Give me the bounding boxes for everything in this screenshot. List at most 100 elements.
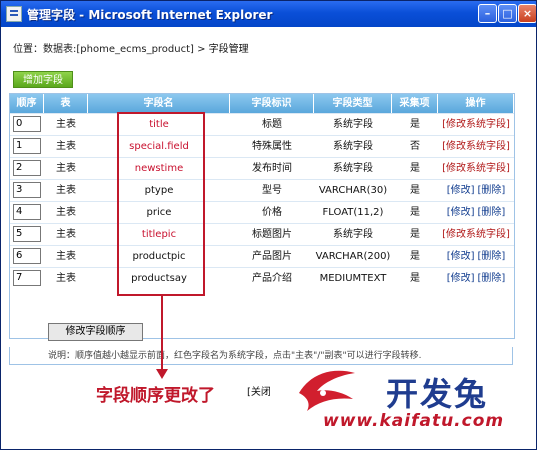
title-bar: 管理字段 - Microsoft Internet Explorer – □ × [1,1,536,27]
breadcrumb-prefix: 位置：数据表:[phome_ecms_product] > [13,44,209,55]
delete-field-link[interactable]: [删除] [478,251,506,262]
row-actions: [修改系统字段] [438,158,514,179]
field-type: 系统字段 [333,163,373,174]
minimize-icon[interactable]: – [478,4,497,23]
ie-window: 管理字段 - Microsoft Internet Explorer – □ ×… [0,0,537,450]
modify-order-button[interactable]: 修改字段顺序 [48,323,143,341]
field-type: VARCHAR(30) [318,185,388,196]
window-title: 管理字段 - Microsoft Internet Explorer [27,8,273,22]
row-actions: [修改] [删除] [438,202,514,223]
edit-field-link[interactable]: [修改] [447,273,475,284]
table-row: 0 主表 title 标题 系统字段 是 [修改系统字段] [10,113,514,135]
header-table: 表 [44,94,88,113]
field-name: title [149,119,169,130]
collect-flag: 是 [410,185,420,196]
row-actions: [修改系统字段] [438,136,514,157]
table-row: 5 主表 titlepic 标题图片 系统字段 是 [修改系统字段] [10,223,514,245]
breadcrumb-current[interactable]: 字段管理 [209,44,249,55]
edit-system-field-link[interactable]: [修改系统字段] [442,141,510,152]
order-input[interactable]: 7 [13,270,41,286]
row-actions: [修改] [删除] [438,180,514,201]
field-label: 型号 [262,185,282,196]
order-input[interactable]: 2 [13,160,41,176]
header-order: 顺序 [10,94,44,113]
header-actions: 操作 [438,94,514,113]
field-name: ptype [144,185,174,196]
delete-field-link[interactable]: [删除] [478,185,506,196]
field-label: 产品介绍 [252,273,292,284]
order-input[interactable]: 6 [13,248,41,264]
order-input[interactable]: 5 [13,226,41,242]
table-row: 3 主表 ptype 型号 VARCHAR(30) 是 [修改] [删除] [10,179,514,201]
table-link[interactable]: 主表 [44,180,88,201]
edit-field-link[interactable]: [修改] [447,251,475,262]
field-type: 系统字段 [333,141,373,152]
maximize-icon[interactable]: □ [498,4,517,23]
field-type: 系统字段 [333,229,373,240]
collect-flag: 是 [410,229,420,240]
row-actions: [修改] [删除] [438,246,514,267]
table-header: 顺序表字段名 字段标识 字段类型 采集项 操作 [10,94,514,113]
table-link[interactable]: 主表 [44,246,88,267]
edit-field-link[interactable]: [修改] [447,185,475,196]
table-row: 7 主表 productsay 产品介绍 MEDIUMTEXT 是 [修改] [删除] [10,267,514,289]
edit-system-field-link[interactable]: [修改系统字段] [442,229,510,240]
field-name: special.field [129,141,189,152]
table-link[interactable]: 主表 [44,114,88,135]
field-name: newstime [134,163,184,174]
order-input[interactable]: 1 [13,138,41,154]
edit-field-link[interactable]: [修改] [447,207,475,218]
arrow-head-icon [156,369,168,379]
table-link[interactable]: 主表 [44,158,88,179]
breadcrumb: 位置：数据表:[phome_ecms_product] > 字段管理 [13,40,249,55]
field-type: FLOAT(11,2) [322,207,384,218]
table-row: 2 主表 newstime 发布时间 系统字段 是 [修改系统字段] [10,157,514,179]
field-label: 价格 [262,207,282,218]
collect-flag: 是 [410,119,420,130]
table-row: 6 主表 productpic 产品图片 VARCHAR(200) 是 [修改] [删除] [10,245,514,267]
field-label: 标题 [262,119,282,130]
field-type: MEDIUMTEXT [319,273,387,284]
table-link[interactable]: 主表 [44,224,88,245]
close-link[interactable]: [关闭 [247,383,271,398]
collect-flag: 是 [410,207,420,218]
field-label: 标题图片 [252,229,292,240]
order-input[interactable]: 4 [13,204,41,220]
watermark-url: www.kaifatu.com [323,411,505,431]
row-actions: [修改系统字段] [438,224,514,245]
order-input[interactable]: 3 [13,182,41,198]
table-link[interactable]: 主表 [44,136,88,157]
table-row: 1 主表 special.field 特殊属性 系统字段 否 [修改系统字段] [10,135,514,157]
header-field-type: 字段类型 [314,94,392,113]
table-link[interactable]: 主表 [44,268,88,289]
header-field-label: 字段标识 [230,94,314,113]
row-actions: [修改] [删除] [438,268,514,289]
close-icon[interactable]: × [518,4,536,23]
field-label: 特殊属性 [252,141,292,152]
edit-system-field-link[interactable]: [修改系统字段] [442,163,510,174]
annotation-text: 字段顺序更改了 [96,386,215,406]
add-field-button[interactable]: 增加字段 [13,71,73,88]
table-link[interactable]: 主表 [44,202,88,223]
field-name: titlepic [141,229,177,240]
edit-system-field-link[interactable]: [修改系统字段] [442,119,510,130]
order-input[interactable]: 0 [13,116,41,132]
table-note: 说明：顺序值越小越显示前面，红色字段名为系统字段，点击"主表"/"副表"可以进行… [9,347,513,365]
field-name: productsay [131,273,187,284]
header-field-name: 字段名 [88,94,230,113]
field-type: 系统字段 [333,119,373,130]
field-table: 顺序表字段名 字段标识 字段类型 采集项 操作 0 主表 title 标题 系统字段是 [修改系统… [9,93,515,339]
delete-field-link[interactable]: [删除] [478,207,506,218]
collect-flag: 是 [410,251,420,262]
app-icon [6,6,22,22]
field-label: 产品图片 [252,251,292,262]
collect-flag: 否 [410,141,420,152]
table-row: 4 主表 price 价格 FLOAT(11,2) 是 [修改] [删除] [10,201,514,223]
delete-field-link[interactable]: [删除] [478,273,506,284]
field-type: VARCHAR(200) [315,251,391,262]
collect-flag: 是 [410,163,420,174]
field-name: productpic [132,251,186,262]
annotation-arrow [161,296,163,372]
field-label: 发布时间 [252,163,292,174]
header-collect: 采集项 [392,94,438,113]
